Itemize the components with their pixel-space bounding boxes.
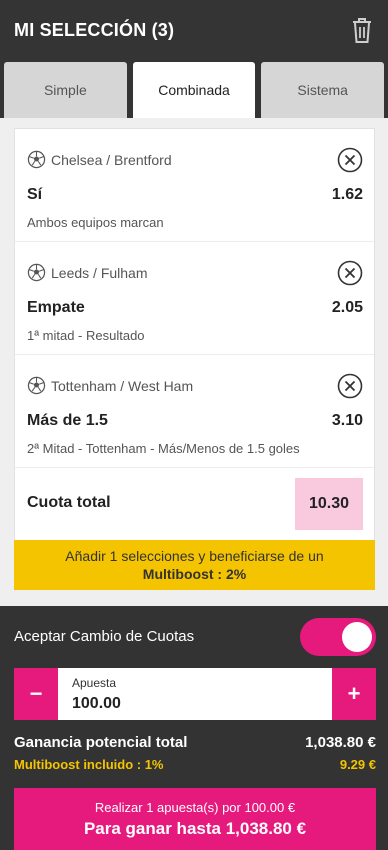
selection-odd: 1.62 — [331, 186, 363, 203]
stake-panel: Aceptar Cambio de Cuotas − Apuesta 100.0… — [0, 606, 388, 850]
potential-gain-label: Ganancia potencial total — [14, 734, 188, 751]
total-odds-value: 10.30 — [295, 478, 363, 530]
selection-pick: Sí — [27, 186, 43, 203]
remove-selection-icon[interactable] — [337, 260, 363, 286]
stake-decrease-button[interactable]: − — [14, 668, 58, 720]
total-odds-row: Cuota total 10.30 — [15, 468, 374, 540]
selection-match-label: Chelsea / Brentford — [51, 151, 172, 168]
stake-increase-button[interactable]: + — [332, 668, 376, 720]
place-bet-line1: Realizar 1 apuesta(s) por 100.00 € — [94, 800, 296, 815]
remove-selection-icon[interactable] — [337, 373, 363, 399]
selection-item: Leeds / Fulham Empate 2.05 1ª mitad - Re… — [15, 242, 374, 355]
selection-market: 1ª mitad - Resultado — [27, 328, 145, 343]
potential-gain-value: 1,038.80 € — [305, 734, 376, 751]
selection-match-label: Tottenham / West Ham — [51, 377, 194, 394]
selection-match: Tottenham / West Ham — [27, 376, 193, 395]
stake-field[interactable]: Apuesta 100.00 — [58, 668, 332, 720]
betslip-title: MI SELECCIÓN (3) — [14, 19, 175, 40]
selection-odd: 2.05 — [331, 299, 363, 316]
trash-icon[interactable] — [350, 16, 374, 44]
soccer-ball-icon — [27, 376, 46, 395]
selections-area: Chelsea / Brentford Sí 1.62 Ambos equipo… — [0, 118, 388, 606]
stake-value[interactable]: 100.00 — [72, 695, 121, 713]
promo-line2: Multiboost : 2% — [142, 566, 247, 582]
accept-odds-change-label: Aceptar Cambio de Cuotas — [14, 628, 195, 645]
soccer-ball-icon — [27, 263, 46, 282]
selection-match-label: Leeds / Fulham — [51, 264, 148, 281]
stake-label: Apuesta — [72, 676, 117, 690]
remove-selection-icon[interactable] — [337, 147, 363, 173]
soccer-ball-icon — [27, 150, 46, 169]
accept-odds-change-toggle[interactable] — [300, 618, 376, 656]
selection-match: Leeds / Fulham — [27, 263, 148, 282]
total-odds-label: Cuota total — [27, 494, 111, 511]
multiboost-included-label: Multiboost incluido : 1% — [14, 757, 164, 772]
selection-pick: Empate — [27, 299, 85, 316]
tab-simple[interactable]: Simple — [4, 62, 127, 118]
tab-combinada[interactable]: Combinada — [132, 62, 256, 118]
bet-type-tabs: Simple Combinada Sistema — [0, 60, 388, 118]
tab-sistema[interactable]: Sistema — [261, 62, 385, 118]
toggle-knob — [342, 622, 372, 652]
selection-item: Chelsea / Brentford Sí 1.62 Ambos equipo… — [15, 129, 374, 242]
betslip-header: MI SELECCIÓN (3) — [0, 0, 388, 60]
place-bet-line2: Para ganar hasta 1,038.80 € — [83, 819, 307, 838]
selection-odd: 3.10 — [331, 412, 363, 429]
selection-pick: Más de 1.5 — [27, 412, 108, 429]
selection-market: Ambos equipos marcan — [27, 215, 164, 230]
selection-match: Chelsea / Brentford — [27, 150, 172, 169]
selections-card: Chelsea / Brentford Sí 1.62 Ambos equipo… — [14, 128, 375, 541]
promo-line1: Añadir 1 selecciones y beneficiarse de u… — [65, 548, 324, 564]
multiboost-included-value: 9.29 € — [339, 757, 376, 772]
selection-item: Tottenham / West Ham Más de 1.5 3.10 2ª … — [15, 355, 374, 468]
stake-input-row: − Apuesta 100.00 + — [14, 668, 376, 720]
selection-market: 2ª Mitad - Tottenham - Más/Menos de 1.5 … — [27, 441, 300, 456]
place-bet-button[interactable]: Realizar 1 apuesta(s) por 100.00 € Para … — [14, 788, 376, 850]
multiboost-promo-banner: Añadir 1 selecciones y beneficiarse de u… — [14, 540, 375, 590]
